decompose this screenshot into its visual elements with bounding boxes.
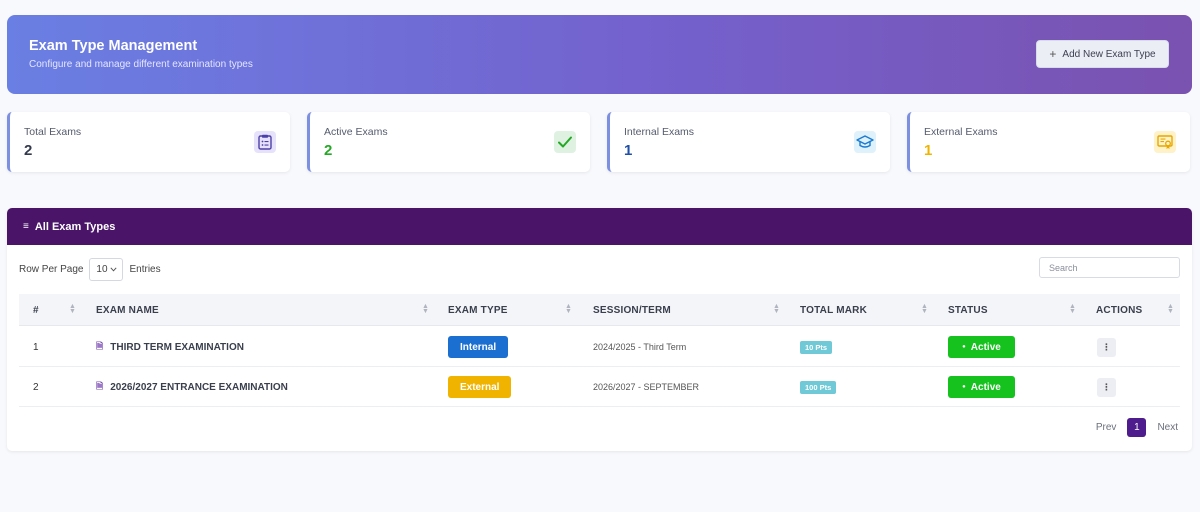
exam-name-cell: 🗎 2026/2027 ENTRANCE EXAMINATION	[96, 367, 288, 407]
stat-value: 1	[924, 142, 933, 159]
exam-name: 2026/2027 ENTRANCE EXAMINATION	[110, 381, 288, 393]
table-row: 1 🗎 THIRD TERM EXAMINATION Internal 2024…	[19, 327, 1180, 367]
list-icon: ≡	[23, 221, 29, 232]
stat-label: Total Exams	[24, 126, 82, 138]
status-label: Active	[970, 341, 1001, 353]
actions-cell: ⋮	[1097, 327, 1116, 367]
add-new-exam-type-button[interactable]: + Add New Exam Type	[1036, 40, 1169, 68]
sort-icon[interactable]: ▲ ▼	[1167, 303, 1174, 315]
table-row: 2 🗎 2026/2027 ENTRANCE EXAMINATION Exter…	[19, 367, 1180, 407]
column-header-index[interactable]: #	[33, 294, 39, 326]
status-dot-icon: ●	[962, 384, 966, 390]
sort-icon[interactable]: ▲ ▼	[921, 303, 928, 315]
total-mark-badge: 100 Pts	[800, 380, 837, 394]
exam-types-panel: ≡ All Exam Types Row Per Page 10 Entries…	[7, 208, 1192, 451]
table-header: # ▲ ▼ EXAM NAME ▲ ▼ EXAM TYPE ▲ ▼ SESSION/T…	[19, 294, 1180, 326]
row-actions-menu-button[interactable]: ⋮	[1097, 377, 1116, 397]
chevron-down-icon	[109, 267, 117, 272]
stat-label: External Exams	[924, 126, 998, 138]
stat-label: Active Exams	[324, 126, 388, 138]
total-mark-cell: 10 Pts	[800, 327, 833, 367]
rows-per-page-select[interactable]: 10	[89, 258, 124, 281]
rows-per-page-label: Row Per Page	[19, 264, 84, 275]
session-term: 2024/2025 - Third Term	[593, 342, 687, 352]
sort-icon[interactable]: ▲ ▼	[565, 303, 572, 315]
panel-title: All Exam Types	[34, 220, 116, 233]
page-subtitle: Configure and manage different examinati…	[29, 59, 253, 70]
status-badge: ● Active	[948, 376, 1015, 398]
next-page-button[interactable]: Next	[1157, 422, 1178, 433]
add-button-label: Add New Exam Type	[1062, 48, 1156, 60]
sort-icon[interactable]: ▲ ▼	[422, 303, 429, 315]
document-icon: 🗎	[96, 341, 104, 351]
column-header-exam-type[interactable]: EXAM TYPE	[448, 294, 508, 326]
session-term: 2026/2027 - SEPTEMBER	[593, 382, 700, 392]
exam-name: THIRD TERM EXAMINATION	[110, 341, 244, 353]
column-header-session-term[interactable]: SESSION/TERM	[593, 294, 671, 326]
column-header-actions[interactable]: ACTIONS	[1096, 294, 1142, 326]
stat-card-active-exams: Active Exams 2	[307, 112, 590, 172]
column-header-exam-name[interactable]: EXAM NAME	[96, 294, 159, 326]
prev-page-button[interactable]: Prev	[1096, 422, 1117, 433]
stat-value: 2	[324, 142, 333, 159]
panel-header: ≡ All Exam Types	[7, 208, 1192, 245]
column-header-total-mark[interactable]: TOTAL MARK	[800, 294, 867, 326]
rows-per-page-value: 10	[96, 264, 108, 275]
column-header-status[interactable]: STATUS	[948, 294, 988, 326]
exam-type-cell: External	[448, 367, 512, 407]
sort-icon[interactable]: ▲ ▼	[69, 303, 76, 315]
stat-card-total-exams: Total Exams 2	[7, 112, 290, 172]
status-badge: ● Active	[948, 336, 1015, 358]
status-cell: ● Active	[948, 367, 1015, 407]
stat-card-external-exams: External Exams 1	[907, 112, 1190, 172]
page-title: Exam Type Management	[29, 38, 198, 54]
graduation-cap-icon	[854, 131, 876, 153]
stat-value: 2	[24, 142, 33, 159]
clipboard-icon	[254, 131, 276, 153]
status-label: Active	[970, 381, 1001, 393]
actions-cell: ⋮	[1097, 367, 1116, 407]
search-input[interactable]	[1039, 257, 1180, 278]
plus-icon: +	[1049, 47, 1057, 61]
rows-per-page-control: Row Per Page 10 Entries	[19, 258, 161, 281]
pagination: Prev 1 Next	[1096, 418, 1178, 437]
stat-value: 1	[624, 142, 633, 159]
document-icon: 🗎	[96, 381, 104, 391]
sort-icon[interactable]: ▲ ▼	[773, 303, 780, 315]
exam-type-cell: Internal	[448, 327, 509, 367]
stat-label: Internal Exams	[624, 126, 695, 138]
exam-type-badge: External	[448, 376, 512, 398]
page-1-button[interactable]: 1	[1127, 418, 1147, 437]
check-icon	[554, 131, 576, 153]
page-header-banner: Exam Type Management Configure and manag…	[7, 15, 1192, 94]
total-mark-cell: 100 Pts	[800, 367, 837, 407]
status-cell: ● Active	[948, 327, 1015, 367]
row-index: 1	[33, 341, 39, 353]
status-dot-icon: ●	[962, 344, 966, 350]
certificate-icon	[1154, 131, 1176, 153]
total-mark-badge: 10 Pts	[800, 340, 833, 354]
sort-icon[interactable]: ▲ ▼	[1069, 303, 1076, 315]
exam-name-cell: 🗎 THIRD TERM EXAMINATION	[96, 327, 244, 367]
exam-type-badge: Internal	[448, 336, 509, 358]
stat-card-internal-exams: Internal Exams 1	[607, 112, 890, 172]
entries-label: Entries	[129, 264, 161, 275]
row-actions-menu-button[interactable]: ⋮	[1097, 337, 1116, 357]
row-index: 2	[33, 381, 39, 393]
